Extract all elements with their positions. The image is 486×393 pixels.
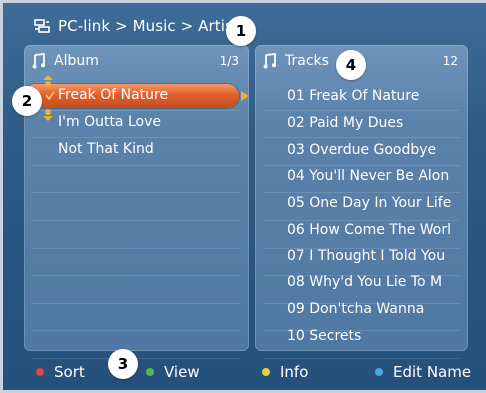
- callout-3: 3: [108, 349, 138, 379]
- album-item[interactable]: Not That Kind: [58, 141, 154, 157]
- track-item[interactable]: 05 One Day In Your Life: [287, 195, 451, 211]
- track-item[interactable]: 01 Freak Of Nature: [287, 88, 419, 104]
- callout-4: 4: [336, 50, 366, 80]
- track-item[interactable]: 08 Why'd You Lie To M: [287, 274, 442, 290]
- edit-name-button[interactable]: Edit Name: [375, 363, 471, 381]
- track-item[interactable]: 07 I Thought I Told You: [287, 248, 445, 264]
- view-label: View: [164, 363, 200, 381]
- track-item[interactable]: 02 Paid My Dues: [287, 115, 403, 131]
- green-dot-icon: [146, 368, 154, 376]
- info-label: Info: [280, 363, 309, 381]
- music-note-icon: [32, 53, 45, 69]
- blue-dot-icon: [375, 368, 383, 376]
- footer-bar: Sort View Info Edit Name: [0, 359, 486, 387]
- track-item[interactable]: 09 Don'tcha Wanna: [287, 301, 424, 317]
- view-button[interactable]: View: [146, 363, 200, 381]
- track-item[interactable]: 10 Secrets: [287, 328, 361, 344]
- pc-link-icon: [34, 19, 50, 33]
- track-item[interactable]: 06 How Come The Worl: [287, 222, 451, 238]
- tracks-panel-title: Tracks: [285, 53, 329, 69]
- album-panel-header: Album 1/3: [32, 49, 239, 73]
- right-arrow-icon: [241, 91, 249, 101]
- tracks-count: 12: [442, 54, 458, 68]
- album-count: 1/3: [219, 54, 239, 68]
- sort-label: Sort: [54, 363, 85, 381]
- edit-name-label: Edit Name: [393, 363, 472, 381]
- callout-1: 1: [226, 16, 256, 46]
- track-item[interactable]: 04 You'll Never Be Alon: [287, 168, 449, 184]
- album-item[interactable]: Freak Of Nature: [58, 87, 168, 103]
- breadcrumb-text: PC-link > Music > Artist: [58, 17, 239, 35]
- track-item[interactable]: 03 Overdue Goodbye: [287, 142, 436, 158]
- info-button[interactable]: Info: [262, 363, 308, 381]
- yellow-dot-icon: [262, 368, 270, 376]
- breadcrumb: PC-link > Music > Artist: [34, 14, 239, 38]
- sort-button[interactable]: Sort: [36, 363, 85, 381]
- callout-2: 2: [12, 86, 42, 116]
- music-note-icon: [263, 53, 276, 69]
- album-item[interactable]: I'm Outta Love: [58, 114, 161, 130]
- red-dot-icon: [36, 368, 44, 376]
- album-panel-title: Album: [54, 53, 99, 69]
- check-icon: [45, 91, 55, 100]
